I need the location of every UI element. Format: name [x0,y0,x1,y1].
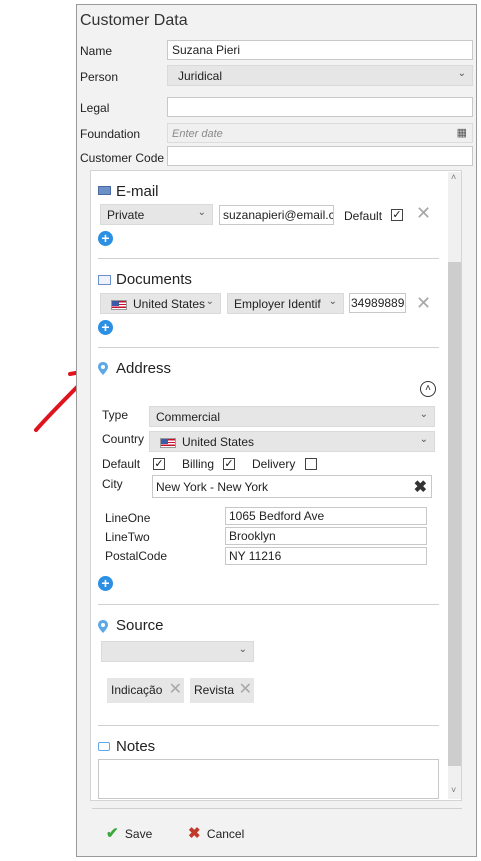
email-address-input[interactable]: suzanapieri@email.com [219,205,334,225]
remove-tag-icon[interactable]: ✕ [169,681,182,699]
notes-icon [98,742,110,751]
source-tag: Revista ✕ [190,678,254,703]
section-divider [98,347,439,348]
email-type-value: Private [107,208,145,222]
lineone-label: LineOne [105,511,151,525]
chevron-down-icon: ⌄ [457,68,466,79]
email-default-label: Default [344,209,383,223]
address-billing-label: Billing [182,457,215,471]
source-tag: Indicação ✕ [107,678,184,703]
legal-label: Legal [80,101,110,115]
name-input[interactable]: Suzana Pieri [167,40,473,60]
save-button[interactable]: ✔ Save [106,824,152,842]
person-select[interactable]: Juridical ⌄ [167,65,473,86]
checkmark-icon: ✔ [106,825,119,842]
window-title: Customer Data [80,12,188,29]
customer-code-label: Customer Code [80,151,165,165]
address-city-label: City [102,477,123,491]
linetwo-label: LineTwo [105,530,150,544]
collapse-address-button[interactable]: ˄ [420,381,436,397]
remove-email-icon[interactable]: ✕ [416,204,431,222]
address-default-label: Default [102,457,141,471]
close-icon: ✖ [188,825,201,842]
person-label: Person [80,70,119,84]
chevron-down-icon: ⌄ [419,434,428,445]
save-label: Save [124,827,153,841]
foundation-date-input[interactable]: Enter date ▦ [167,123,473,143]
document-type-value: Employer Identif [234,297,321,311]
document-number-input[interactable]: 349898898 [349,293,406,313]
postalcode-input[interactable]: NY 11216 [225,547,427,565]
add-address-button[interactable]: + [98,576,113,591]
cancel-button[interactable]: ✖ Cancel [188,824,244,842]
add-email-button[interactable]: + [98,231,113,246]
person-select-value: Juridical [178,69,223,83]
document-type-select[interactable]: Employer Identif ⌄ [227,293,344,314]
notes-textarea[interactable] [98,759,439,799]
source-tag-label: Revista [194,683,235,697]
address-default-checkbox[interactable]: ✓ [153,458,165,470]
address-country-select[interactable]: United States ⌄ [149,431,435,452]
source-section-title: Source [116,617,164,634]
section-divider [98,725,439,726]
notes-section-title: Notes [116,738,156,755]
email-default-checkbox[interactable]: ✓ [391,209,403,221]
section-divider [98,258,439,259]
address-type-select[interactable]: Commercial ⌄ [149,406,435,427]
chevron-down-icon: ⌄ [197,207,206,218]
foundation-label: Foundation [80,127,141,141]
location-pin-icon [98,362,108,375]
documents-section-title: Documents [116,271,192,288]
customer-code-input[interactable] [167,146,473,166]
linetwo-input[interactable]: Brooklyn [225,527,427,545]
address-country-value: United States [182,435,255,449]
address-billing-checkbox[interactable]: ✓ [223,458,235,470]
address-delivery-checkbox[interactable] [305,458,317,470]
address-delivery-label: Delivery [252,457,296,471]
add-document-button[interactable]: + [98,320,113,335]
source-tag-label: Indicação [111,683,163,697]
chevron-down-icon: ⌄ [419,409,428,420]
chevron-down-icon: ⌄ [205,296,214,307]
address-type-label: Type [102,408,129,422]
postalcode-label: PostalCode [105,549,168,563]
remove-document-icon[interactable]: ✕ [416,294,431,312]
lineone-input[interactable]: 1065 Bedford Ave [225,507,427,525]
document-country-value: United States [133,297,206,311]
chevron-down-icon: ⌄ [238,644,247,655]
source-select[interactable]: ⌄ [101,641,254,662]
email-section-title: E-mail [116,183,159,200]
section-divider [98,604,439,605]
scrollbar-thumb[interactable] [448,262,461,766]
scroll-down-icon[interactable]: ˅ [451,785,456,795]
location-pin-icon [98,620,108,633]
clear-city-icon[interactable]: ✖ [414,477,427,497]
address-city-value: New York - New York [156,480,269,494]
documents-icon [98,275,111,285]
us-flag-icon [111,299,127,310]
legal-input[interactable] [167,97,473,117]
email-type-select[interactable]: Private ⌄ [100,204,213,225]
cancel-label: Cancel [206,827,245,841]
name-label: Name [80,44,113,58]
email-icon [98,186,111,195]
scroll-up-icon[interactable]: ˄ [451,172,456,182]
chevron-down-icon: ⌄ [328,296,337,307]
foundation-placeholder: Enter date [172,128,223,140]
calendar-icon[interactable]: ▦ [457,126,467,139]
address-section-title: Address [116,360,172,377]
remove-tag-icon[interactable]: ✕ [239,681,252,699]
address-country-label: Country [102,432,145,446]
document-country-select[interactable]: United States ⌄ [100,293,221,314]
footer-divider [92,808,462,809]
address-type-value: Commercial [156,410,221,424]
address-city-input[interactable]: New York - New York ✖ [152,475,432,498]
us-flag-icon [160,437,176,448]
